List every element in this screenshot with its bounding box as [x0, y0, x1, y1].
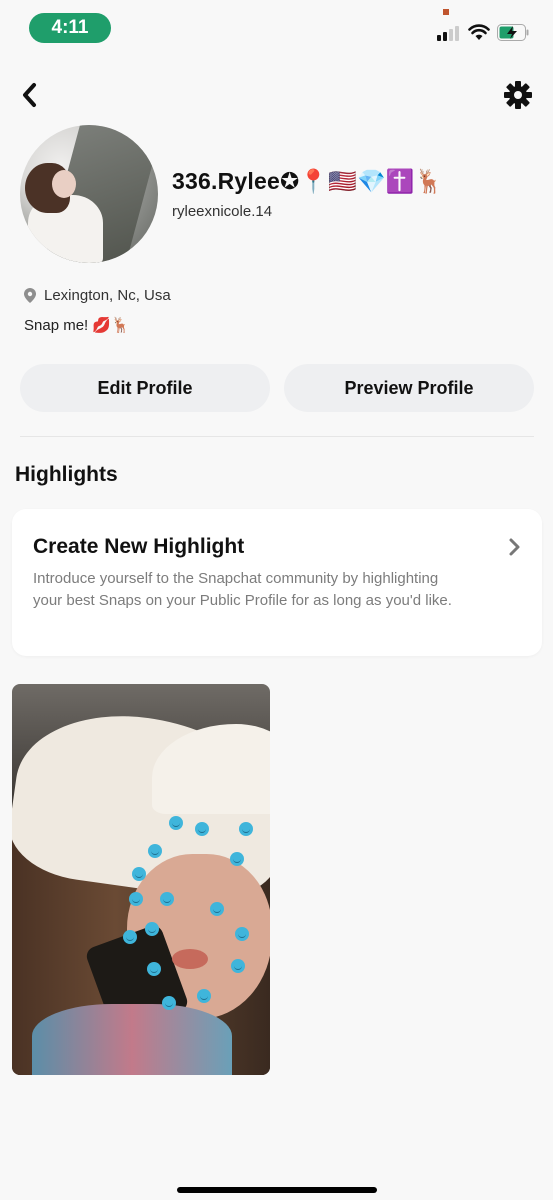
- back-button[interactable]: [18, 80, 42, 110]
- smiley-sticker-icon: [235, 927, 249, 941]
- chevron-right-icon: [509, 538, 520, 556]
- status-time: 4:11: [29, 13, 111, 43]
- smiley-sticker-icon: [160, 892, 174, 906]
- highlight-snap-thumbnail[interactable]: [12, 684, 270, 1075]
- edit-profile-button[interactable]: Edit Profile: [20, 364, 270, 412]
- recording-indicator-icon: [443, 9, 449, 15]
- smiley-sticker-icon: [197, 989, 211, 1003]
- bio: Snap me! 💋🦌: [24, 317, 130, 334]
- location-text: Lexington, Nc, Usa: [44, 287, 171, 304]
- create-highlight-title: Create New Highlight: [33, 535, 245, 558]
- smiley-sticker-icon: [147, 962, 161, 976]
- create-new-highlight-card[interactable]: Create New Highlight Introduce yourself …: [12, 509, 542, 656]
- smiley-sticker-icon: [231, 959, 245, 973]
- home-indicator[interactable]: [177, 1187, 377, 1193]
- username: ryleexnicole.14: [172, 203, 273, 220]
- display-name: 336.Rylee✪📍🇺🇸💎✝️🦌: [172, 168, 444, 194]
- settings-gear-icon[interactable]: [503, 80, 533, 110]
- create-highlight-description: Introduce yourself to the Snapchat commu…: [33, 570, 452, 609]
- smiley-sticker-icon: [132, 867, 146, 881]
- snap-shirt: [32, 1004, 232, 1075]
- divider: [20, 436, 534, 437]
- cellular-signal-icon: [437, 26, 459, 41]
- smiley-sticker-icon: [148, 844, 162, 858]
- smiley-sticker-icon: [169, 816, 183, 830]
- location: Lexington, Nc, Usa: [24, 287, 171, 304]
- smiley-sticker-icon: [230, 852, 244, 866]
- wifi-icon: [468, 24, 490, 40]
- smiley-sticker-icon: [239, 822, 253, 836]
- avatar-face: [52, 170, 76, 198]
- battery-charging-icon: [497, 24, 529, 41]
- smiley-sticker-icon: [145, 922, 159, 936]
- profile-avatar[interactable]: [20, 125, 158, 263]
- preview-profile-button[interactable]: Preview Profile: [284, 364, 534, 412]
- smiley-sticker-icon: [123, 930, 137, 944]
- highlights-heading: Highlights: [15, 463, 118, 486]
- smiley-sticker-icon: [195, 822, 209, 836]
- smiley-sticker-icon: [129, 892, 143, 906]
- smiley-sticker-icon: [210, 902, 224, 916]
- status-bar: 4:11: [0, 0, 553, 60]
- location-pin-icon: [24, 288, 36, 303]
- snap-lips: [172, 949, 208, 969]
- smiley-sticker-icon: [162, 996, 176, 1010]
